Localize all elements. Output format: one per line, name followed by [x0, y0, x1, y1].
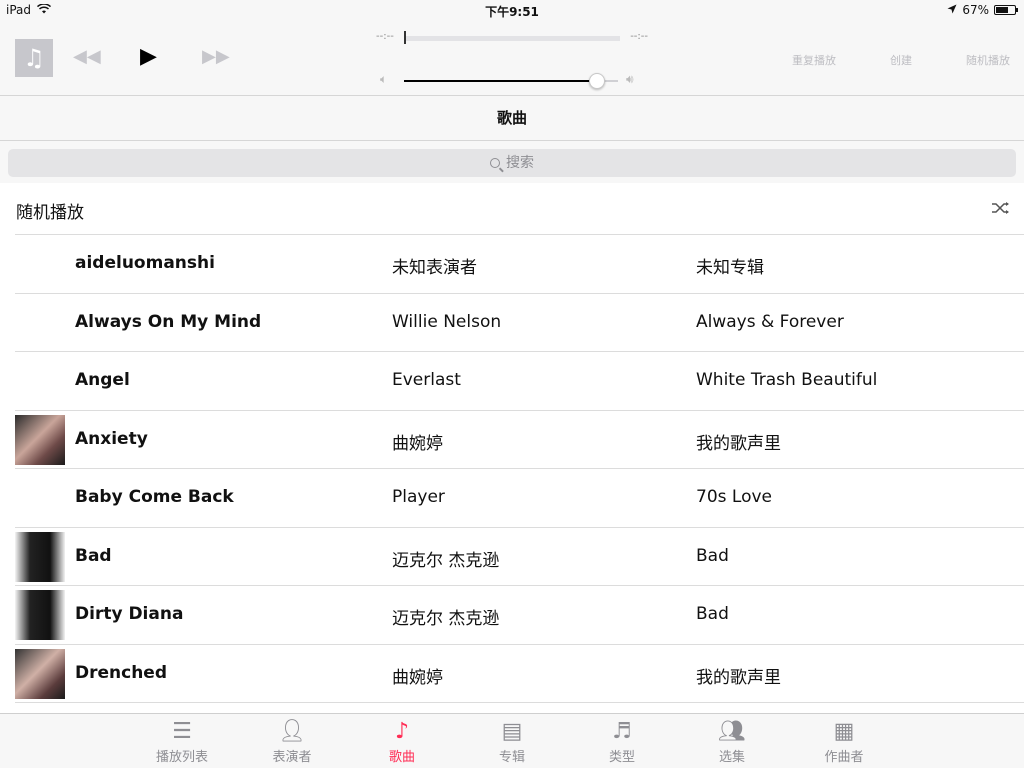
volume-low-icon: 🔈︎ [380, 72, 388, 86]
compilation-icon: 👥︎ [718, 719, 746, 744]
volume-row: 🔈︎ 🔊︎ [380, 70, 652, 92]
clock: 下午9:51 [485, 5, 539, 19]
tab-label: 选集 [718, 750, 745, 765]
playlist-icon: ☰ [172, 719, 192, 744]
tab-label: 播放列表 [155, 750, 208, 765]
progress-track[interactable] [404, 36, 620, 41]
song-artist: 未知表演者 [392, 258, 477, 278]
elapsed-time: --:-- [376, 31, 394, 42]
battery-percent: 67% [962, 3, 989, 17]
album-artwork [15, 648, 65, 699]
progress-row: --:-- --:-- [376, 31, 648, 45]
song-artist: Player [392, 487, 445, 507]
battery-icon [994, 5, 1018, 15]
song-row[interactable]: Baby Come Back Player 70s Love [15, 469, 1024, 528]
page-title: 歌曲 [496, 109, 527, 127]
search-input[interactable]: 搜索 [8, 149, 1016, 177]
song-row[interactable]: Always On My Mind Willie Nelson Always & F… [15, 294, 1024, 352]
song-album: 未知专辑 [696, 258, 764, 278]
album-artwork [15, 531, 65, 582]
song-row[interactable]: Drenched 曲婉婷 我的歌声里 [15, 645, 1024, 703]
tab-album[interactable]: ▤ 专辑 [472, 718, 552, 765]
tab-music-note[interactable]: ♪ 歌曲 [362, 718, 442, 765]
tab-genre[interactable]: ♬ 类型 [582, 718, 662, 765]
song-artist: 曲婉婷 [392, 667, 443, 688]
album-artwork [15, 414, 65, 465]
shuffle-icon [992, 199, 1010, 218]
artist-icon: 👤︎ [278, 719, 306, 744]
song-row[interactable]: aideluomanshi 未知表演者 未知专辑 [15, 235, 1024, 294]
volume-slider[interactable] [404, 73, 618, 89]
song-artist: Willie Nelson [392, 311, 502, 332]
now-playing-artwork[interactable]: ♫ [15, 39, 53, 77]
song-album: White Trash Beautiful [696, 370, 878, 390]
song-artist: Everlast [392, 370, 461, 390]
composer-icon: ▦ [833, 719, 855, 744]
song-artist: 曲婉婷 [392, 433, 443, 454]
song-artist: 迈克尔 杰克逊 [392, 550, 500, 571]
search-icon [490, 158, 500, 168]
tab-composer[interactable]: ▦ 作曲者 [804, 718, 884, 765]
tab-playlist[interactable]: ☰ 播放列表 [142, 718, 222, 765]
fast-forward-button[interactable]: ▶▶ [202, 46, 230, 67]
song-row[interactable]: Anxiety 曲婉婷 我的歌声里 [15, 411, 1024, 469]
song-album: 70s Love [696, 487, 772, 507]
search-area: 搜索 [0, 141, 1024, 183]
nav-bar: 歌曲 [0, 96, 1024, 141]
album-icon: ▤ [501, 719, 523, 744]
tab-label: 作曲者 [824, 750, 864, 765]
song-row[interactable]: Angel Everlast White Trash Beautiful [15, 352, 1024, 411]
tab-label: 专辑 [498, 750, 525, 765]
player-bar: ♫ ◀◀ ▶ ▶▶ --:-- --:-- 🔈︎ 🔊︎ 重复播放 创建 随机播放 [0, 22, 1024, 96]
song-album: Bad [696, 545, 729, 566]
volume-fill [404, 80, 597, 82]
album-artwork [15, 590, 65, 640]
song-row[interactable]: Bad 迈克尔 杰克逊 Bad [15, 528, 1024, 586]
song-title: Dirty Diana [75, 604, 184, 624]
song-artist: 迈克尔 杰克逊 [392, 609, 500, 629]
rewind-button[interactable]: ◀◀ [73, 46, 101, 67]
progress-scrubber[interactable] [404, 31, 406, 44]
status-bar: iPad 下午9:51 67% [0, 0, 1024, 22]
song-album: 我的歌声里 [696, 667, 781, 688]
music-note-icon: ♪ [394, 719, 410, 744]
tab-label: 表演者 [272, 750, 312, 765]
play-button[interactable]: ▶ [140, 44, 157, 69]
song-album: Always & Forever [696, 311, 844, 332]
volume-high-icon: 🔊︎ [626, 72, 634, 86]
song-album: Bad [696, 604, 729, 624]
song-title: Angel [75, 370, 130, 390]
song-title: Always On My Mind [75, 311, 262, 332]
tab-bar: ☰ 播放列表 👤︎ 表演者 ♪ 歌曲 ▤ 专辑 ♬ 类型 👥︎ 选集 ▦ 作曲者 [0, 713, 1024, 768]
volume-knob[interactable] [588, 73, 605, 89]
song-row[interactable]: Dirty Diana 迈克尔 杰克逊 Bad [15, 586, 1024, 645]
shuffle-button[interactable]: 随机播放 [966, 52, 1010, 68]
tab-label: 类型 [608, 750, 635, 765]
repeat-button[interactable]: 重复播放 [792, 52, 836, 68]
battery-level [996, 7, 1009, 13]
location-arrow-icon [947, 3, 957, 17]
tab-artist[interactable]: 👤︎ 表演者 [252, 718, 332, 765]
tab-label: 歌曲 [388, 750, 415, 765]
song-title: aideluomanshi [75, 253, 215, 273]
create-button[interactable]: 创建 [890, 52, 912, 68]
search-placeholder: 搜索 [506, 155, 534, 171]
tab-compilation[interactable]: 👥︎ 选集 [692, 718, 772, 765]
shuffle-all-label: 随机播放 [16, 203, 84, 223]
song-title: Anxiety [75, 428, 148, 449]
shuffle-all-row[interactable]: 随机播放 [0, 183, 1024, 235]
remaining-time: --:-- [630, 31, 648, 42]
song-title: Baby Come Back [75, 487, 234, 507]
song-title: Bad [75, 545, 112, 566]
song-list: aideluomanshi 未知表演者 未知专辑 Always On My Mind W… [0, 235, 1024, 713]
song-album: 我的歌声里 [696, 433, 781, 454]
song-title: Drenched [75, 662, 168, 683]
genre-icon: ♬ [612, 719, 632, 744]
music-note-icon: ♫ [23, 44, 45, 72]
